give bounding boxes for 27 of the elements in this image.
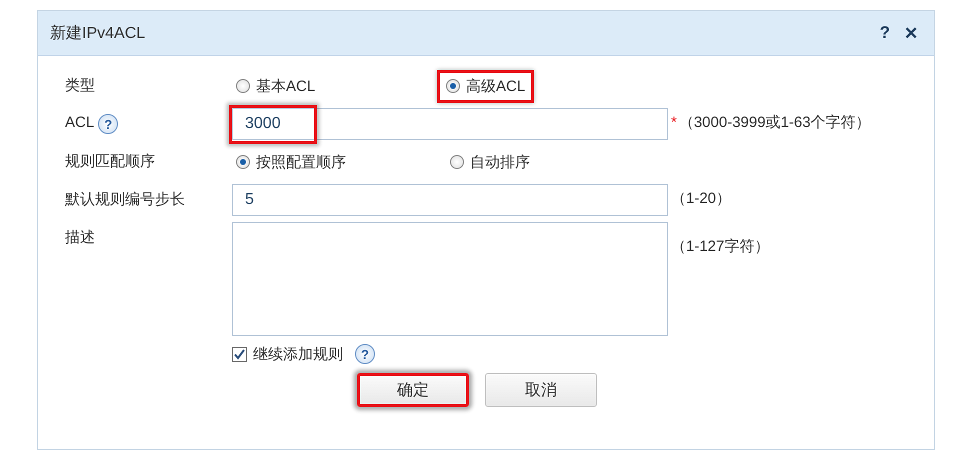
checkbox[interactable] xyxy=(232,346,247,362)
field-label: ACL xyxy=(65,114,94,131)
dialog-button[interactable]: 取消 xyxy=(485,373,597,407)
radio-option[interactable]: 按照配置顺序 xyxy=(232,152,446,172)
hint-text: （1-127字符） xyxy=(671,237,770,257)
input-field[interactable]: 5 xyxy=(232,184,668,216)
help-button[interactable]: ? xyxy=(876,23,894,43)
required-mark: * xyxy=(671,113,677,133)
help-icon[interactable]: ? xyxy=(355,344,375,364)
input-field[interactable]: 3000 xyxy=(232,108,668,140)
checkbox-label[interactable]: 继续添加规则 xyxy=(253,344,343,364)
radio-icon[interactable] xyxy=(236,79,250,93)
hint-text: （3000-3999或1-63个字符） xyxy=(678,113,871,133)
field-label: 描述 xyxy=(65,228,95,247)
field-label: 类型 xyxy=(65,76,95,95)
field-label: 规则匹配顺序 xyxy=(65,152,155,171)
hint-text: （1-20） xyxy=(671,189,732,209)
description-field[interactable] xyxy=(232,222,668,336)
dialog-button[interactable]: 确定 xyxy=(357,373,469,407)
window-title: 新建IPv4ACL xyxy=(50,24,146,44)
radio-icon[interactable] xyxy=(236,155,250,169)
radio-icon[interactable] xyxy=(446,79,460,93)
help-icon[interactable]: ? xyxy=(98,114,118,134)
close-button[interactable]: ✕ xyxy=(900,22,922,44)
radio-icon[interactable] xyxy=(450,155,464,169)
field-label: 默认规则编号步长 xyxy=(65,190,185,209)
radio-option[interactable]: 自动排序 xyxy=(446,152,660,172)
